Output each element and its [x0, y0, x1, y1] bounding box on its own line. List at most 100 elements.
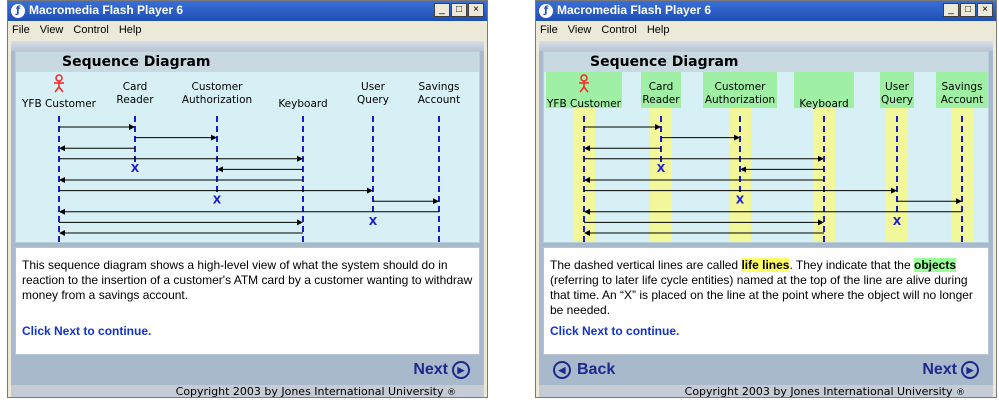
- highlight-life-lines: life lines: [741, 258, 790, 272]
- destroy-mark: X: [369, 215, 378, 228]
- destroy-mark: X: [131, 162, 140, 175]
- flash-content: Sequence Diagram YFB Customer Card Reader C…: [539, 41, 993, 397]
- copyright-bar: Copyright 2003 by Jones International Un…: [11, 385, 484, 398]
- copyright-text: Copyright 2003 by Jones International Un…: [175, 385, 444, 398]
- menu-file[interactable]: File: [12, 24, 30, 36]
- menu-bar: File View Control Help: [536, 21, 996, 39]
- destroy-mark: X: [657, 162, 666, 175]
- description-segment: . They indicate that the: [789, 258, 914, 272]
- description-segment: (referring to later life cycle entities)…: [550, 273, 973, 317]
- menu-view[interactable]: View: [40, 24, 64, 36]
- next-button[interactable]: Next ▶: [922, 361, 979, 379]
- object-label: Query: [357, 94, 389, 106]
- menu-control[interactable]: Control: [601, 24, 636, 36]
- object-label: Reader: [116, 94, 154, 106]
- object-label: YFB Customer: [546, 98, 622, 110]
- menu-help[interactable]: Help: [119, 24, 142, 36]
- registered-mark: ®: [956, 388, 965, 398]
- description-segment: This sequence diagram shows a high-level…: [22, 258, 473, 302]
- menu-view[interactable]: View: [568, 24, 592, 36]
- message-arrow: [584, 124, 661, 130]
- object-label: Card: [123, 81, 148, 93]
- message-arrow: [584, 145, 661, 152]
- menu-control[interactable]: Control: [73, 24, 108, 36]
- object-label: Query: [881, 94, 913, 106]
- stick-figure-icon: [54, 74, 64, 93]
- flash-icon: ƒ: [539, 4, 553, 18]
- object-label: Account: [418, 94, 460, 106]
- diagram-panel: Sequence Diagram YFB Customer Card Reader C…: [543, 51, 989, 243]
- copyright-text: Copyright 2003 by Jones International Un…: [684, 385, 953, 398]
- object-label: Customer: [191, 81, 243, 93]
- page-title: Sequence Diagram: [544, 52, 988, 72]
- object-label: Authorization: [182, 94, 252, 106]
- maximize-button[interactable]: □: [960, 3, 976, 17]
- registered-mark: ®: [447, 388, 456, 398]
- back-arrow-icon: ◀: [553, 361, 571, 379]
- maximize-button[interactable]: □: [451, 3, 467, 17]
- object-label: Customer: [714, 81, 766, 93]
- continue-instruction: Click Next to continue.: [22, 324, 152, 338]
- next-button[interactable]: Next ▶: [413, 361, 470, 379]
- description-panel: This sequence diagram shows a high-level…: [15, 247, 480, 355]
- object-label: User: [361, 81, 386, 93]
- title-bar: ƒ Macromedia Flash Player 6 _ □ ×: [536, 1, 996, 21]
- continue-instruction: Click Next to continue.: [550, 324, 680, 338]
- object-label: Account: [941, 94, 983, 106]
- message-arrow: [135, 134, 217, 141]
- message-arrow: [217, 166, 303, 173]
- diagram-panel: Sequence Diagram YFB Customer Card Reader C…: [15, 51, 480, 243]
- object-label: Keyboard: [799, 98, 848, 110]
- message-arrow: [59, 230, 303, 236]
- message-arrow: [584, 219, 824, 226]
- destroy-mark: X: [736, 194, 745, 207]
- content-top-cap: [539, 41, 993, 51]
- page-title: Sequence Diagram: [16, 52, 479, 72]
- description-text: This sequence diagram shows a high-level…: [22, 258, 473, 303]
- message-arrow: [373, 198, 439, 205]
- message-arrow: [59, 208, 439, 215]
- close-button[interactable]: ×: [977, 3, 993, 17]
- window-title: Macromedia Flash Player 6: [557, 3, 712, 17]
- back-label: Back: [577, 361, 616, 378]
- minimize-button[interactable]: _: [943, 3, 959, 17]
- description-panel: The dashed vertical lines are called lif…: [543, 247, 989, 355]
- message-arrow: [59, 145, 135, 152]
- minimize-button[interactable]: _: [434, 3, 450, 17]
- flash-window-2: ƒ Macromedia Flash Player 6 _ □ × File V…: [535, 0, 997, 398]
- window-controls: _ □ ×: [943, 3, 993, 17]
- object-label: Savings: [418, 81, 459, 93]
- close-button[interactable]: ×: [468, 3, 484, 17]
- copyright-bar: Copyright 2003 by Jones International Un…: [539, 385, 993, 398]
- object-label: User: [885, 81, 910, 93]
- message-arrow: [59, 155, 303, 162]
- message-arrow: [59, 177, 303, 183]
- message-arrow: [661, 134, 740, 141]
- content-top-cap: [11, 41, 484, 51]
- message-arrow: [584, 177, 824, 183]
- message-arrow: [59, 124, 135, 130]
- destroy-mark: X: [213, 194, 222, 207]
- flash-icon: ƒ: [11, 4, 25, 18]
- message-arrow: [59, 219, 303, 226]
- object-label: Card: [649, 81, 674, 93]
- object-label: Reader: [642, 94, 680, 106]
- back-button[interactable]: ◀ Back: [553, 361, 615, 379]
- object-label: Savings: [941, 81, 982, 93]
- flash-window-1: ƒ Macromedia Flash Player 6 _ □ × File V…: [7, 0, 488, 398]
- window-title: Macromedia Flash Player 6: [29, 3, 184, 17]
- destroy-mark: X: [893, 215, 902, 228]
- message-arrow: [584, 155, 824, 162]
- object-label: YFB Customer: [21, 98, 97, 110]
- menu-file[interactable]: File: [540, 24, 558, 36]
- sequence-diagram: YFB Customer CardReader CustomerAuthorizat…: [21, 74, 460, 242]
- title-bar: ƒ Macromedia Flash Player 6 _ □ ×: [8, 1, 487, 21]
- message-arrow: [740, 166, 824, 173]
- next-label: Next: [922, 361, 957, 378]
- menu-help[interactable]: Help: [647, 24, 670, 36]
- window-controls: _ □ ×: [434, 3, 484, 17]
- object-label: Authorization: [705, 94, 775, 106]
- highlight-objects: objects: [914, 258, 957, 272]
- next-arrow-icon: ▶: [961, 361, 979, 379]
- next-label: Next: [413, 361, 448, 378]
